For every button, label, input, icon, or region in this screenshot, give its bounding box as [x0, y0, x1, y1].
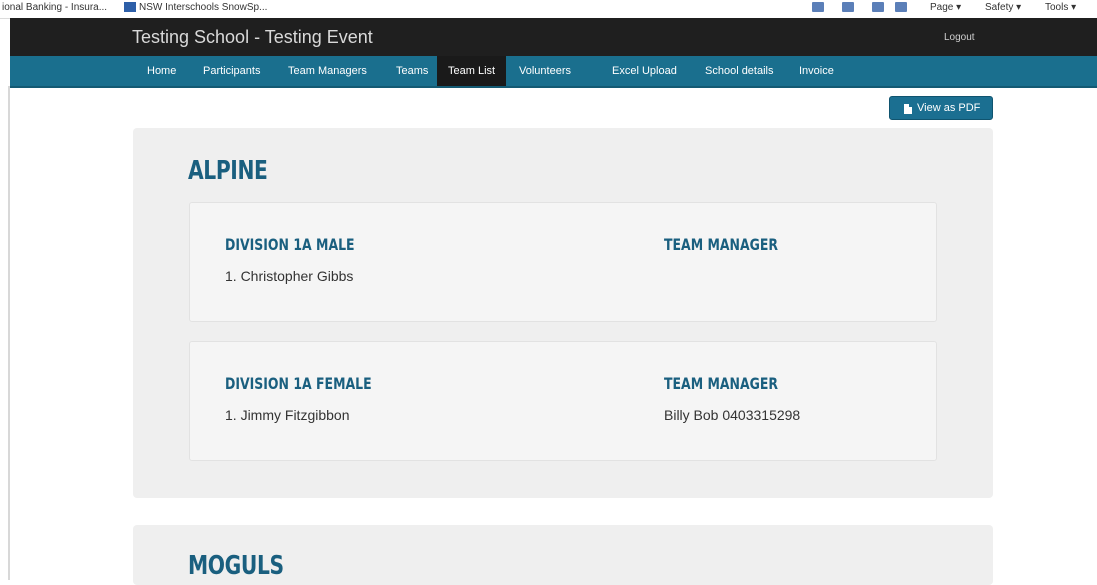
favorite-link-snowsports[interactable]: NSW Interschools SnowSp...: [124, 2, 267, 14]
site-header: Testing School - Testing Event Logout: [10, 18, 1097, 56]
nav-excel-upload[interactable]: Excel Upload: [601, 56, 688, 86]
tools-menu[interactable]: Tools ▾: [1045, 2, 1076, 14]
nav-teams[interactable]: Teams: [385, 56, 439, 86]
nav-team-managers[interactable]: Team Managers: [277, 56, 378, 86]
section-panel-moguls: MOGULS: [133, 525, 993, 585]
safety-menu[interactable]: Safety ▾: [985, 2, 1021, 14]
team-manager-value: Billy Bob 0403315298: [664, 407, 801, 423]
section-title: MOGULS: [188, 551, 284, 581]
main-nav: Home Participants Team Managers Teams Te…: [10, 56, 1097, 88]
feeds-icon[interactable]: [842, 2, 857, 14]
nav-participants[interactable]: Participants: [192, 56, 271, 86]
print-icon[interactable]: [895, 2, 910, 14]
mail-icon[interactable]: [872, 2, 887, 14]
home-icon[interactable]: [812, 2, 827, 14]
nav-volunteers[interactable]: Volunteers: [508, 56, 582, 86]
favorite-icon: [124, 2, 136, 13]
browser-favorites-bar: ional Banking - Insura... NSW Interschoo…: [0, 0, 1097, 19]
team-card: DIVISION 1A FEMALE 1. Jimmy Fitzgibbon T…: [189, 341, 937, 461]
nav-team-list[interactable]: Team List: [437, 56, 507, 86]
team-manager-heading: TEAM MANAGER: [664, 235, 779, 254]
favorite-link-banking[interactable]: ional Banking - Insura...: [2, 2, 107, 14]
section-title: ALPINE: [188, 156, 268, 186]
page-left-border: [8, 86, 10, 580]
section-panel-alpine: ALPINE DIVISION 1A MALE 1. Christopher G…: [133, 128, 993, 498]
nav-school-details[interactable]: School details: [694, 56, 785, 86]
team-manager-heading: TEAM MANAGER: [664, 374, 779, 393]
page-menu[interactable]: Page ▾: [930, 2, 961, 14]
division-heading: DIVISION 1A FEMALE: [225, 374, 372, 393]
team-card: DIVISION 1A MALE 1. Christopher Gibbs TE…: [189, 202, 937, 322]
favorite-label: NSW Interschools SnowSp...: [139, 2, 268, 13]
favorite-label: ional Banking - Insura...: [2, 2, 108, 13]
file-icon: [904, 104, 912, 114]
view-as-pdf-label: View as PDF: [917, 102, 981, 114]
nav-invoice[interactable]: Invoice: [788, 56, 845, 86]
view-as-pdf-button[interactable]: View as PDF: [889, 96, 993, 120]
logout-link[interactable]: Logout: [944, 32, 975, 43]
participant-name: 1. Christopher Gibbs: [225, 268, 354, 284]
page-title: Testing School - Testing Event: [132, 27, 373, 47]
division-heading: DIVISION 1A MALE: [225, 235, 355, 254]
participant-name: 1. Jimmy Fitzgibbon: [225, 407, 350, 423]
nav-home[interactable]: Home: [136, 56, 187, 86]
